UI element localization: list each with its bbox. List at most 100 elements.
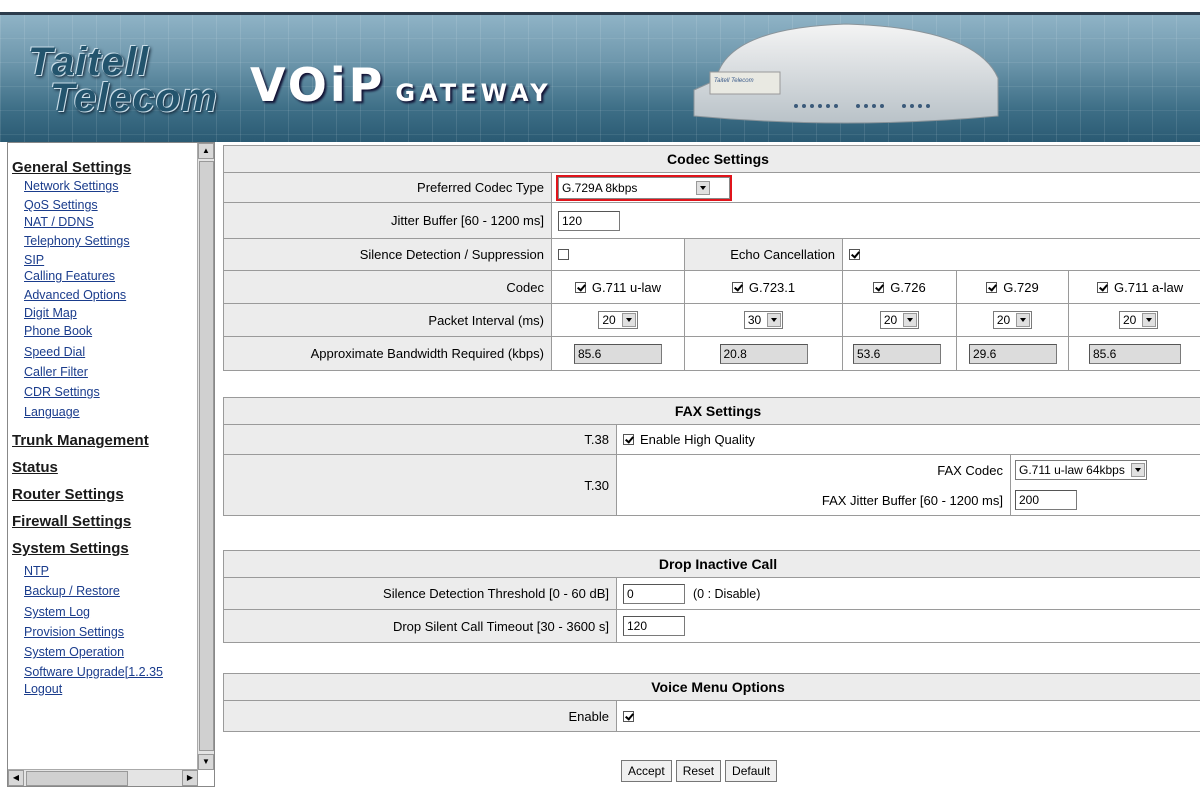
interval-g711u-select[interactable]: 20 [598,311,638,329]
codec-g711a-checkbox[interactable] [1097,281,1108,293]
nav-software-upgrade[interactable]: Software Upgrade[1.2.35 [12,664,198,681]
nav-status[interactable]: Status [12,458,198,477]
general-settings-list: Network Settings QoS Settings NAT / DDNS… [12,177,198,421]
chevron-down-icon [1016,313,1031,327]
nav-phone-book[interactable]: Phone Book [12,322,198,341]
echo-cancellation-label: Echo Cancellation [684,239,842,270]
bandwidth-g729-field: 29.6 [969,343,1057,364]
reset-button[interactable]: Reset [675,760,722,782]
interval-g726-select[interactable]: 20 [879,311,920,329]
codec-g726-label: G.726 [890,279,926,295]
nav-cdr-settings[interactable]: CDR Settings [12,381,198,404]
scroll-up-icon[interactable]: ▲ [198,143,214,159]
header-banner: Taitell Telecom VOiP GATEWAY Taitell Tele… [0,0,1200,142]
nav-network-settings[interactable]: Network Settings [12,177,198,196]
codec-g7231-checkbox[interactable] [731,281,743,293]
silence-threshold-input[interactable]: 0 [623,583,685,604]
voice-menu-section: Voice Menu Options Enable [223,673,1200,732]
interval-g7231-select[interactable]: 30 [743,311,784,329]
product-sub: GATEWAY [395,79,552,107]
voice-menu-enable-checkbox[interactable] [623,710,634,722]
nav-trunk-management[interactable]: Trunk Management [12,431,198,450]
t30-label: T.30 [224,455,616,515]
bandwidth-g729-cell: 29.6 [956,337,1068,370]
interval-g729-cell: 20 [956,304,1068,336]
nav-telephony-settings[interactable]: Telephony Settings [12,229,198,253]
codec-g729-cell: G.729 [956,271,1068,303]
nav-language[interactable]: Language [12,404,198,421]
codec-g711u-label: G.711 u-law [591,279,662,295]
nav-advanced-options[interactable]: Advanced Options [12,286,198,305]
nav-firewall-settings[interactable]: Firewall Settings [12,512,198,531]
silence-threshold-cell: 0 (0 : Disable) [616,578,1200,609]
jitter-buffer-row: Jitter Buffer [60 - 1200 ms] 120 [224,203,1200,239]
preferred-codec-value: G.729A 8kbps [562,180,638,195]
packet-interval-label: Packet Interval (ms) [224,304,551,336]
bandwidth-g711a-cell: 85.6 [1068,337,1200,370]
fax-jitter-cell: 200 [1010,485,1200,515]
t30-row: T.30 FAX Codec G.711 u-law 64kbps FAX Ji… [224,455,1200,515]
nav-router-settings[interactable]: Router Settings [12,485,198,504]
interval-g729-value: 20 [996,313,1011,327]
scroll-down-icon[interactable]: ▼ [198,754,214,770]
interval-g726-cell: 20 [842,304,956,336]
drop-timeout-input[interactable]: 120 [623,616,685,636]
voice-menu-title: Voice Menu Options [224,674,1200,701]
codec-row: Codec G.711 u-law G.723.1 G.726 G.729 G.… [224,271,1200,304]
nav-backup-restore[interactable]: Backup / Restore [12,582,198,601]
codec-label: Codec [224,271,551,303]
nav-ntp[interactable]: NTP [12,560,198,582]
bandwidth-row: Approximate Bandwidth Required (kbps) 85… [224,337,1200,370]
interval-g711a-value: 20 [1123,313,1137,327]
t38-label: T.38 [224,425,616,454]
nav-system-settings[interactable]: System Settings [12,539,198,558]
nav-provision-settings[interactable]: Provision Settings [12,624,198,641]
interval-g711a-select[interactable]: 20 [1119,311,1159,329]
echo-cancellation-checkbox[interactable] [849,249,860,260]
nav-calling-features[interactable]: Calling Features [12,267,198,286]
nav-system-operation[interactable]: System Operation [12,641,198,664]
nav-digit-map[interactable]: Digit Map [12,305,198,322]
nav-speed-dial[interactable]: Speed Dial [12,341,198,364]
fax-jitter-input[interactable]: 200 [1015,490,1077,510]
default-button[interactable]: Default [725,760,778,782]
product-main: VOiP [250,58,386,112]
fax-settings-section: FAX Settings T.38 Enable High Quality T.… [223,397,1200,516]
hscroll-thumb[interactable] [26,771,128,786]
nav-qos-settings[interactable]: QoS Settings [12,196,198,215]
fax-codec-label: FAX Codec [617,455,1010,485]
scroll-right-icon[interactable]: ▶ [182,770,198,786]
interval-g711u-value: 20 [602,313,616,327]
jitter-buffer-input[interactable]: 120 [558,210,620,231]
sidebar-vertical-scrollbar[interactable]: ▲ ▼ [197,143,214,770]
fax-jitter-label: FAX Jitter Buffer [60 - 1200 ms] [617,485,1010,515]
scroll-thumb[interactable] [199,161,214,751]
nav-general-settings[interactable]: General Settings [12,159,198,176]
scroll-left-icon[interactable]: ◀ [8,770,24,786]
jitter-buffer-cell: 120 [551,203,1200,238]
nav-sip[interactable]: SIP [12,253,198,267]
fax-codec-select[interactable]: G.711 u-law 64kbps [1015,460,1147,480]
packet-interval-row: Packet Interval (ms) 20 30 20 20 20 [224,304,1200,337]
t38-option-label: Enable High Quality [640,432,755,447]
codec-g711u-checkbox[interactable] [574,281,586,293]
codec-g726-checkbox[interactable] [873,281,885,293]
sidebar-horizontal-scrollbar[interactable]: ◀ ▶ [8,769,198,786]
interval-g711u-cell: 20 [551,304,684,336]
interval-g729-select[interactable]: 20 [992,311,1033,329]
nav-logout[interactable]: Logout [12,681,198,698]
chevron-down-icon [767,313,782,327]
silence-detection-checkbox[interactable] [558,249,569,260]
preferred-codec-row: Preferred Codec Type G.729A 8kbps [224,173,1200,203]
preferred-codec-select[interactable]: G.729A 8kbps [556,174,732,201]
codec-g711a-label: G.711 a-law [1114,279,1184,295]
bandwidth-g711u-cell: 85.6 [551,337,684,370]
codec-g729-checkbox[interactable] [986,281,998,293]
interval-g7231-value: 30 [747,313,762,327]
nav-system-log[interactable]: System Log [12,601,198,624]
t38-checkbox[interactable] [623,434,634,445]
nav-caller-filter[interactable]: Caller Filter [12,364,198,381]
accept-button[interactable]: Accept [621,760,672,782]
nav-nat-ddns[interactable]: NAT / DDNS [12,215,198,229]
interval-g726-value: 20 [883,313,898,327]
